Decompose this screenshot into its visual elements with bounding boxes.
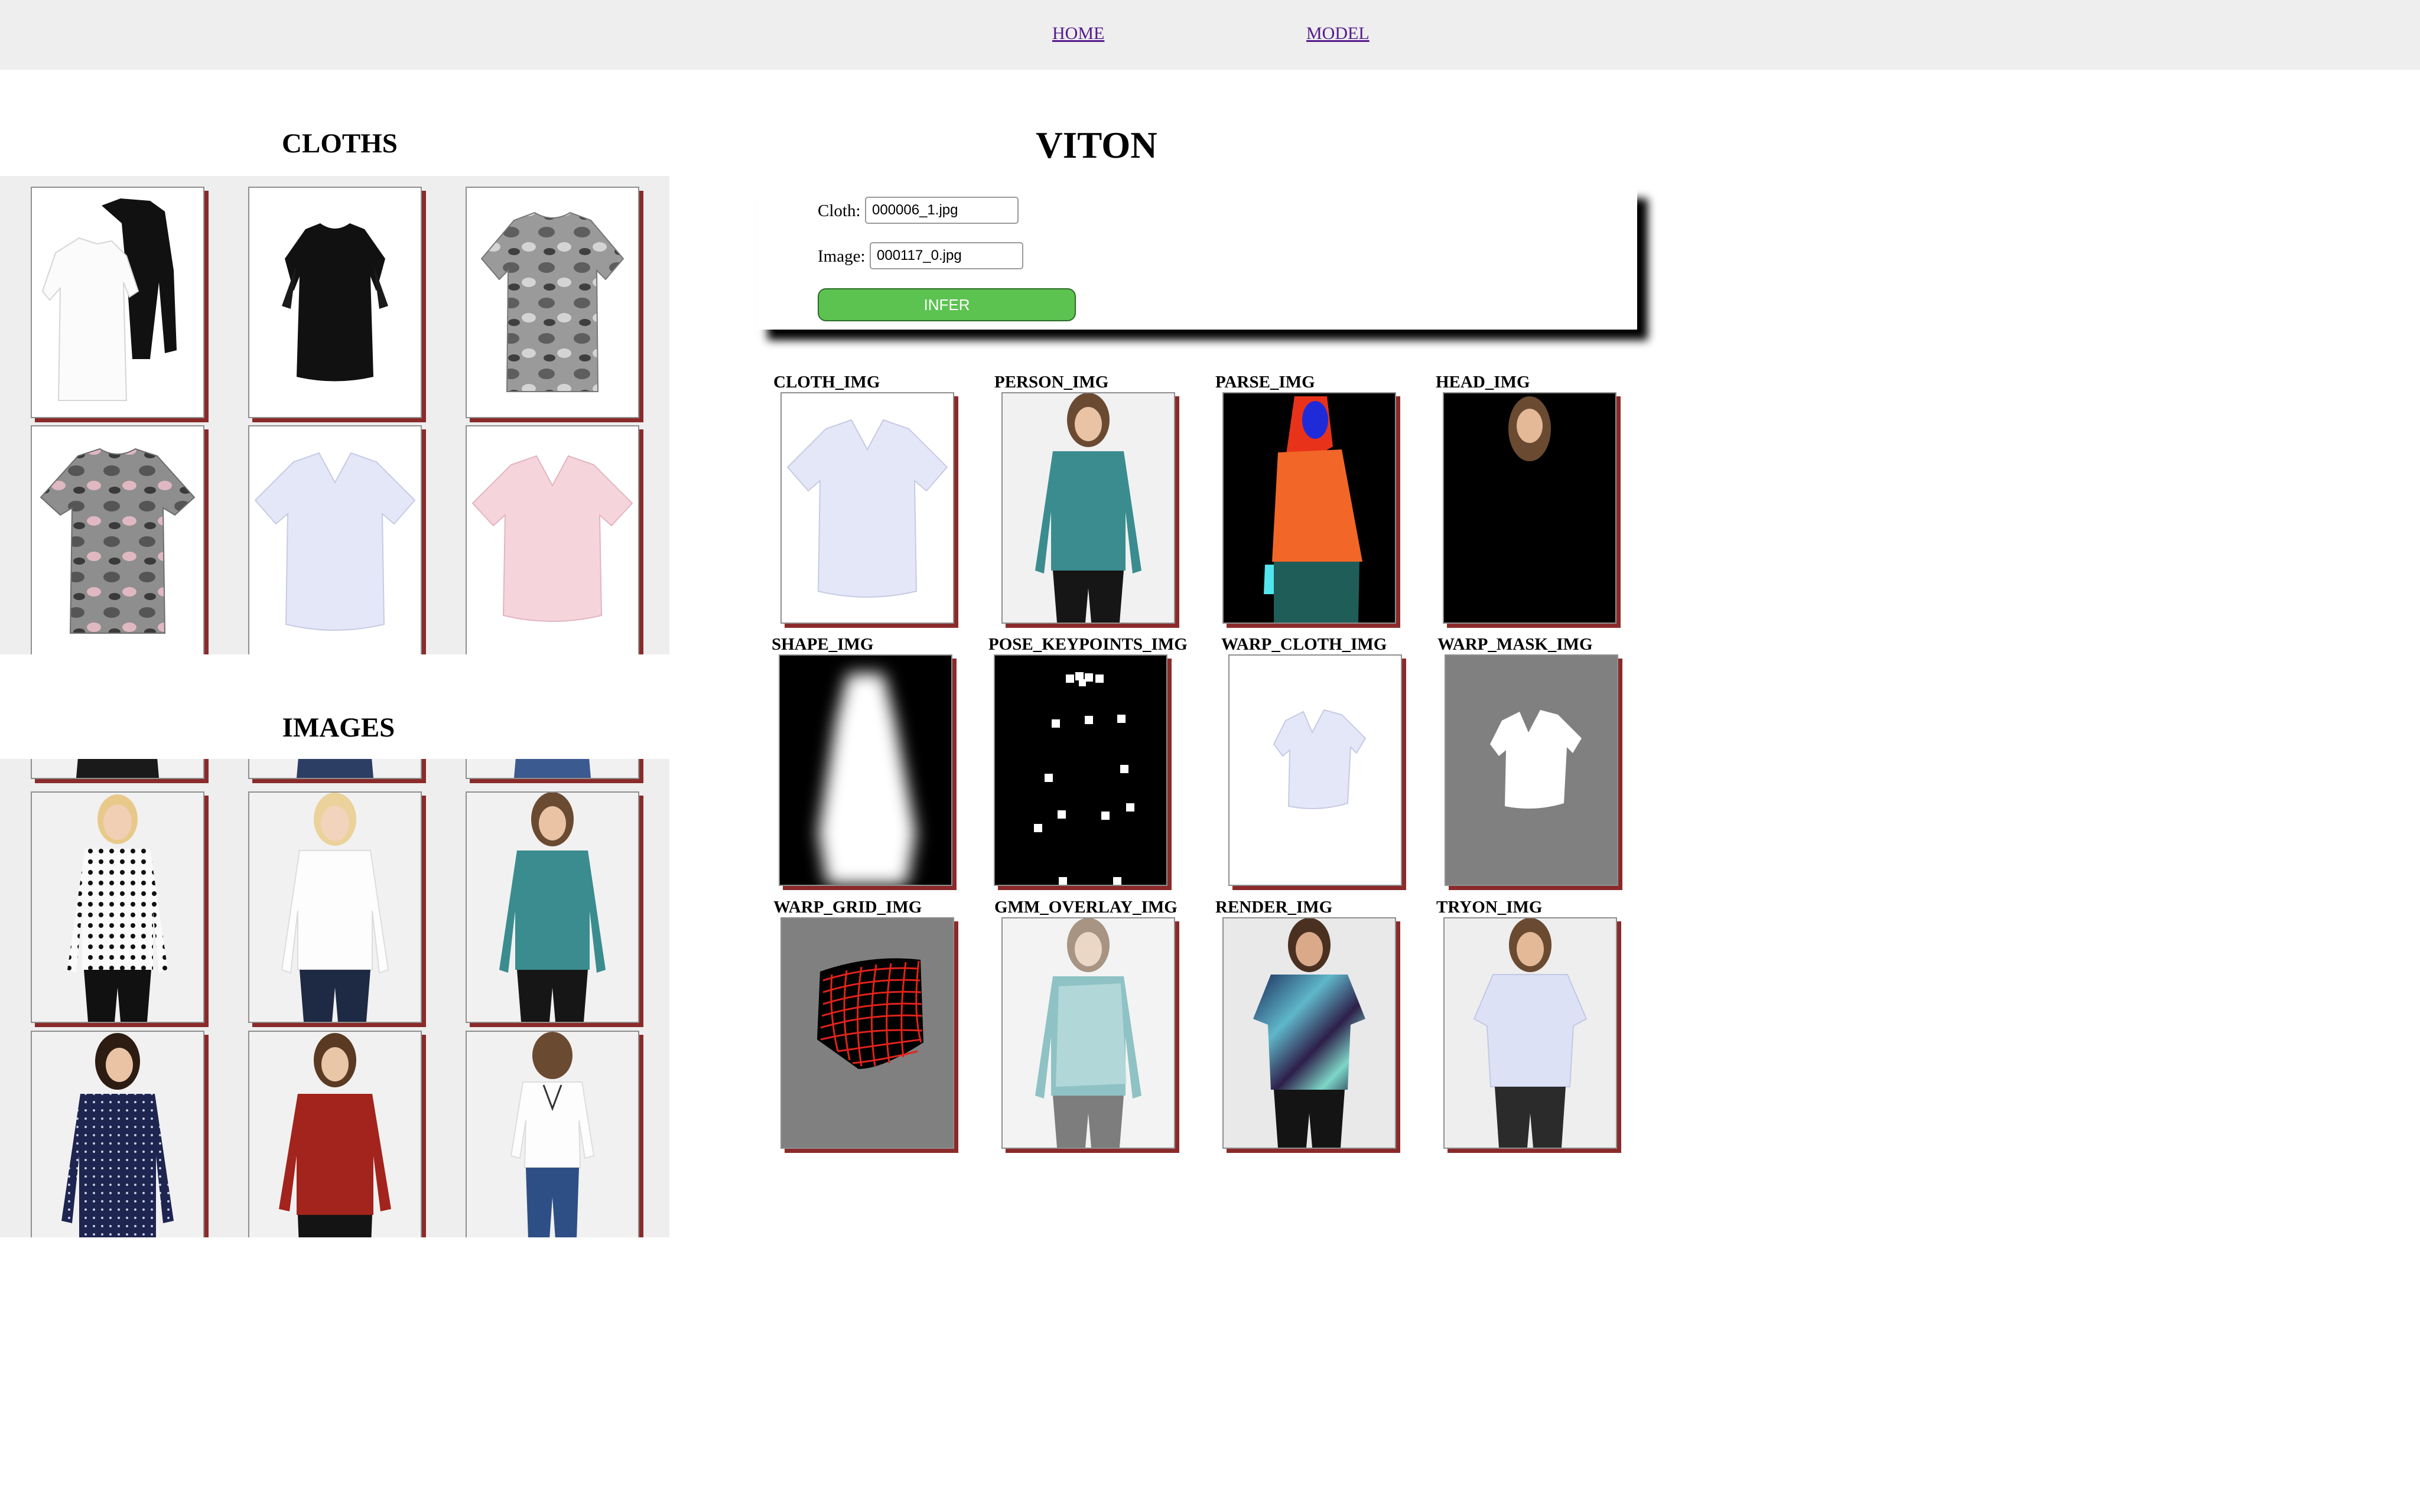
result-cloth: CLOTH_IMG <box>773 373 1010 633</box>
result-label: CLOTH_IMG <box>773 373 880 392</box>
result-shape: SHAPE_IMG <box>772 635 1008 895</box>
cloth-input[interactable] <box>865 197 1019 224</box>
image-label: Image: <box>818 247 866 266</box>
home-link[interactable]: HOME <box>1052 24 1104 44</box>
result-label: PARSE_IMG <box>1215 373 1315 392</box>
parse-img <box>1222 392 1396 624</box>
person-image <box>249 1032 421 1237</box>
infer-button[interactable]: INFER <box>818 288 1076 321</box>
result-warp-mask: WARP_MASK_IMG <box>1437 635 1674 895</box>
result-gmm-overlay: GMM_OVERLAY_IMG <box>994 898 1231 1158</box>
result-label: RENDER_IMG <box>1215 898 1333 917</box>
result-render: RENDER_IMG <box>1215 898 1452 1158</box>
person-image <box>32 793 203 1022</box>
result-label: SHAPE_IMG <box>772 635 874 654</box>
result-label: POSE_KEYPOINTS_IMG <box>988 635 1188 654</box>
cloth-shirt-image <box>254 452 416 631</box>
cloth-thumb[interactable] <box>466 425 639 654</box>
top-nav: HOME MODEL <box>0 0 2420 70</box>
result-label: WARP_CLOTH_IMG <box>1221 635 1387 654</box>
person-image <box>32 759 203 778</box>
person-thumb[interactable] <box>248 759 422 779</box>
images-gallery[interactable] <box>0 759 669 1237</box>
result-pose: POSE_KEYPOINTS_IMG <box>988 635 1225 895</box>
person-thumb[interactable] <box>248 1031 422 1237</box>
images-title: IMAGES <box>282 712 395 743</box>
pose-keypoints-img <box>994 654 1167 886</box>
warp-cloth-img <box>1228 654 1402 886</box>
cloths-title: CLOTHS <box>282 128 398 159</box>
result-label: PERSON_IMG <box>994 373 1109 392</box>
result-person: PERSON_IMG <box>994 373 1231 633</box>
result-warp-cloth: WARP_CLOTH_IMG <box>1221 635 1458 895</box>
person-thumb[interactable] <box>466 759 639 779</box>
tryon-img <box>1443 917 1617 1149</box>
person-thumb[interactable] <box>248 791 422 1023</box>
person-thumb[interactable] <box>466 1031 639 1237</box>
result-parse: PARSE_IMG <box>1215 373 1452 633</box>
result-warp-grid: WARP_GRID_IMG <box>773 898 1010 1158</box>
person-thumb[interactable] <box>31 759 204 779</box>
result-label: TRYON_IMG <box>1436 898 1543 917</box>
person-thumb[interactable] <box>466 791 639 1023</box>
warp-mask-img <box>1445 654 1618 886</box>
cloth-thumb[interactable] <box>248 425 422 654</box>
page-title: VITON <box>1036 125 1157 166</box>
cloth-shirt-image <box>40 448 196 634</box>
gmm-overlay-img <box>1001 917 1175 1149</box>
person-thumb[interactable] <box>31 1031 204 1237</box>
cloth-thumb[interactable] <box>31 187 204 418</box>
cloth-thumb[interactable] <box>31 425 204 654</box>
cloth-shirt-image <box>41 198 177 401</box>
person-img <box>1001 392 1175 624</box>
cloths-gallery[interactable] <box>0 176 669 654</box>
result-label: WARP_MASK_IMG <box>1437 635 1593 654</box>
person-image <box>467 759 638 778</box>
warp-grid-img <box>780 917 954 1149</box>
render-img <box>1222 917 1396 1149</box>
cloth-img <box>780 392 954 624</box>
person-image <box>249 793 421 1022</box>
person-image <box>467 793 638 1022</box>
cloth-label: Cloth: <box>818 201 861 220</box>
result-tryon: TRYON_IMG <box>1436 898 1673 1158</box>
image-input[interactable] <box>870 242 1023 269</box>
cloth-thumb[interactable] <box>248 187 422 418</box>
result-head: HEAD_IMG <box>1436 373 1672 633</box>
person-thumb[interactable] <box>31 791 204 1023</box>
head-img <box>1443 392 1616 624</box>
person-image <box>249 759 421 778</box>
result-label: WARP_GRID_IMG <box>773 898 922 917</box>
cloth-shirt-image <box>471 455 633 622</box>
result-label: HEAD_IMG <box>1436 373 1530 392</box>
cloth-shirt-image <box>480 211 624 392</box>
person-image <box>467 1032 638 1237</box>
model-link[interactable]: MODEL <box>1306 24 1370 44</box>
cloth-shirt-image <box>282 223 388 382</box>
cloth-thumb[interactable] <box>466 187 639 418</box>
result-label: GMM_OVERLAY_IMG <box>994 898 1178 917</box>
infer-form: Cloth: Image: INFER <box>757 188 1637 330</box>
person-image <box>32 1032 203 1237</box>
shape-img <box>779 654 952 886</box>
